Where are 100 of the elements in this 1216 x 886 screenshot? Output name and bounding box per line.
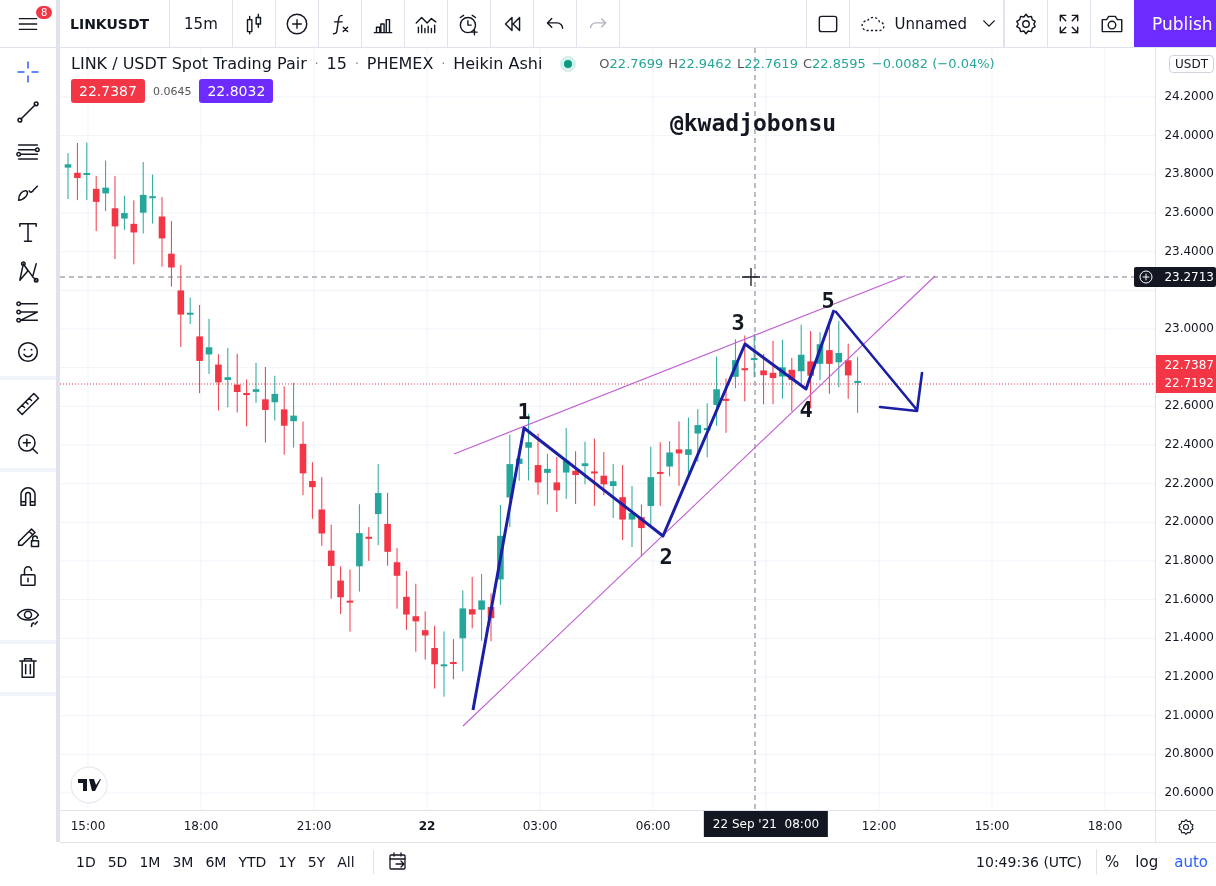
range-button[interactable]: 1Y	[274, 849, 304, 874]
price-tick: 20.6000	[1164, 785, 1214, 800]
buy-price-button[interactable]: 22.8032	[199, 79, 274, 103]
ruler-icon[interactable]	[14, 390, 42, 418]
interval-button[interactable]: 15m	[170, 0, 233, 47]
settings-icon[interactable]	[1176, 816, 1196, 837]
candle	[591, 438, 598, 507]
market-status-icon	[560, 55, 577, 72]
range-button[interactable]: YTD	[234, 849, 275, 874]
candle	[638, 503, 645, 557]
time-tick: 21:00	[296, 819, 332, 833]
legend-label: Heikin Ashi	[453, 54, 543, 73]
time-tick: 18:00	[183, 819, 219, 833]
time-tick: 18:00	[1087, 819, 1123, 833]
legend-separator: ·	[441, 56, 446, 71]
price-tick: 21.2000	[1164, 669, 1214, 684]
price-tick: 22.6000	[1164, 398, 1214, 413]
crosshair-price-label: 23.2713	[1134, 267, 1216, 288]
candle	[121, 195, 128, 231]
candle	[440, 630, 448, 698]
candle	[685, 417, 692, 475]
publish-button[interactable]: Publish	[1134, 0, 1216, 47]
price-change: −0.0082 (−0.04%)	[871, 56, 995, 71]
crosshair-time-label: 22 Sep '21 08:00	[703, 811, 829, 837]
candle	[215, 353, 222, 411]
range-button[interactable]: 5Y	[303, 849, 334, 874]
wave-label: 2	[659, 544, 673, 569]
candle	[243, 378, 250, 427]
price-tick: 21.6000	[1164, 591, 1214, 606]
candle	[431, 625, 438, 690]
trend-line-icon[interactable]	[14, 98, 42, 126]
candle	[205, 318, 213, 375]
wave-label: 5	[821, 288, 835, 313]
candle	[102, 160, 109, 212]
candle	[854, 356, 861, 414]
price-tick: 21.8000	[1164, 553, 1214, 568]
price-tick: 24.2000	[1164, 89, 1214, 103]
scale-toggle[interactable]: %	[1096, 848, 1128, 875]
candle	[779, 339, 786, 400]
price-tick: 23.8000	[1164, 166, 1214, 181]
layout-button[interactable]: Unnamed	[849, 0, 1004, 47]
candle	[628, 485, 636, 548]
range-button[interactable]: 1D	[72, 849, 104, 874]
candle	[74, 142, 81, 201]
candle	[64, 152, 72, 200]
ohlc-value: 22.7699	[609, 56, 664, 71]
ohlc-label: L	[736, 56, 745, 71]
candle	[309, 461, 316, 520]
candle	[769, 340, 777, 405]
last-price-label: 22.7192	[1164, 374, 1214, 392]
symbol-button[interactable]: LINKUSDT	[60, 0, 171, 47]
candle	[450, 638, 457, 680]
price-tick: 22.4000	[1164, 437, 1214, 451]
ohlc-label: O	[599, 56, 610, 71]
ohlc-value: 22.9462	[678, 56, 732, 71]
candle	[346, 569, 354, 633]
ohlc-value: 22.8595	[812, 56, 866, 71]
range-button[interactable]: All	[333, 849, 363, 874]
sell-price-button[interactable]: 22.7387	[71, 79, 145, 103]
scale-toggle[interactable]: auto	[1166, 848, 1216, 875]
legend-label: PHEMEX	[366, 54, 434, 73]
ohlc-label: C	[802, 56, 812, 71]
candle	[149, 174, 156, 225]
time-tick: 12:00	[861, 819, 897, 833]
clock-time: 10:49:36 (UTC)	[976, 853, 1083, 870]
candle	[675, 420, 683, 487]
price-tick: 23.0000	[1164, 321, 1214, 335]
range-button[interactable]: 1M	[135, 849, 169, 874]
range-button[interactable]: 3M	[168, 849, 202, 874]
range-button[interactable]: 5D	[103, 849, 136, 874]
candle	[158, 196, 166, 268]
scale-toggle[interactable]: log	[1127, 848, 1167, 875]
candle	[337, 565, 344, 615]
price-tick: 23.4000	[1164, 243, 1214, 258]
logo-icon	[70, 766, 108, 804]
price-tick: 20.8000	[1164, 746, 1214, 761]
candle	[581, 441, 589, 485]
currency-label: USDT	[1169, 55, 1214, 73]
legend-label: 15	[326, 54, 347, 73]
crosshair-cursor-icon	[741, 267, 761, 287]
range-button[interactable]: 6M	[201, 849, 235, 874]
last-price-label: 22.7387	[1164, 356, 1214, 374]
candle	[666, 440, 673, 477]
candle	[572, 450, 579, 505]
price-tick: 24.0000	[1164, 127, 1214, 142]
price-tick: 22.0000	[1164, 514, 1214, 529]
wave-label: 3	[731, 310, 745, 335]
ohlc-value: 22.7619	[744, 56, 798, 71]
candle	[544, 453, 551, 505]
time-tick: 22	[418, 819, 436, 833]
time-tick: 06:00	[635, 819, 671, 833]
candle	[290, 382, 297, 449]
ohlc-label: H	[668, 56, 679, 71]
price-tick: 21.4000	[1164, 630, 1214, 645]
wave-label: 4	[799, 397, 813, 422]
time-tick: 15:00	[974, 819, 1010, 833]
candle	[252, 362, 260, 404]
candle	[713, 356, 720, 427]
price-tick: 23.6000	[1164, 205, 1214, 219]
legend-separator: ·	[314, 56, 319, 71]
